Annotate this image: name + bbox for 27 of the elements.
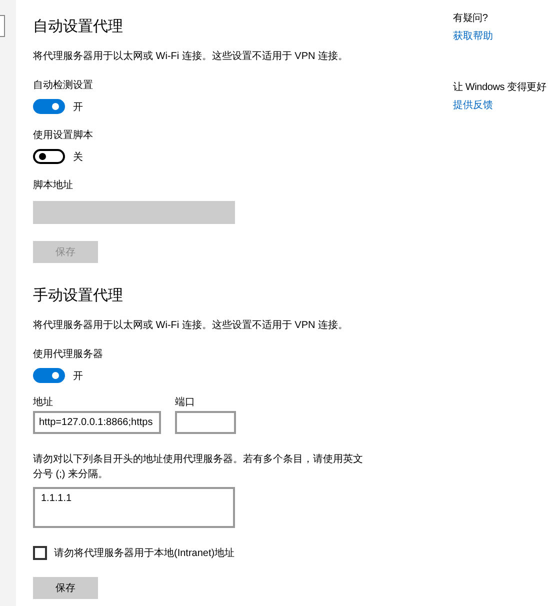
section-title: 手动设置代理 (33, 286, 123, 306)
toggle-state-text: 关 (73, 150, 83, 164)
checkbox-label: 请勿将代理服务器用于本地(Intranet)地址 (54, 546, 235, 560)
description-text: 将代理服务器用于以太网或 Wi-Fi 连接。这些设置不适用于 VPN 连接。 (33, 319, 348, 333)
field-label: 端口 (175, 396, 195, 410)
toggle-switch[interactable] (33, 99, 65, 114)
input-field[interactable] (175, 411, 236, 434)
toggle-state-text: 开 (73, 100, 83, 114)
field-label: 脚本地址 (33, 179, 73, 193)
setting-label: 使用设置脚本 (33, 129, 93, 143)
toggle-switch[interactable] (33, 368, 65, 383)
description-text: 将代理服务器用于以太网或 Wi-Fi 连接。这些设置不适用于 VPN 连接。 (33, 50, 348, 64)
instruction-text: 请勿对以下列条目开头的地址使用代理服务器。若有多个条目，请使用英文分号 (;) 来分隔。 (33, 452, 363, 482)
help-link[interactable]: 提供反馈 (453, 98, 493, 112)
setting-label: 自动检测设置 (33, 79, 93, 93)
setting-label: 使用代理服务器 (33, 348, 103, 362)
checkbox[interactable] (33, 546, 47, 560)
help-text: 让 Windows 变得更好 (453, 80, 546, 94)
help-link[interactable]: 获取帮助 (453, 29, 493, 43)
field-label: 地址 (33, 396, 53, 410)
help-text: 有疑问? (453, 12, 488, 25)
toggle-switch[interactable] (33, 149, 65, 164)
text-area[interactable]: 1.1.1.1 (33, 487, 235, 528)
save-button[interactable]: 保存 (33, 577, 98, 599)
toggle-state-text: 开 (73, 370, 83, 382)
section-title: 自动设置代理 (33, 17, 123, 37)
input-field[interactable]: http=127.0.0.1:8866;https (33, 411, 161, 434)
